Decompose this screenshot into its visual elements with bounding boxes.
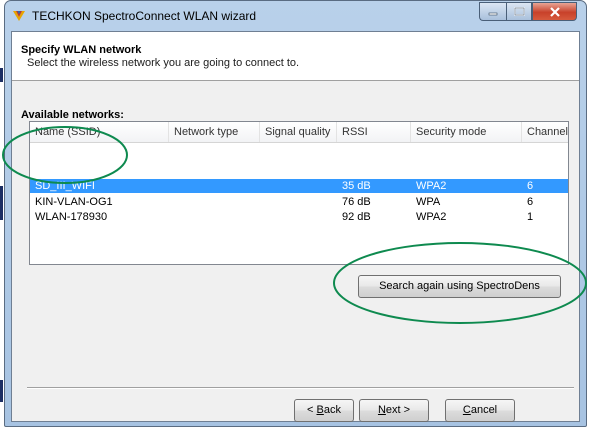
close-icon (549, 6, 560, 17)
column-header-security-mode[interactable]: Security mode (411, 122, 522, 142)
page-subtitle: Select the wireless network you are goin… (27, 57, 300, 69)
network-signal-quality (260, 195, 342, 209)
next-button-label: ext > (385, 404, 411, 416)
networks-list[interactable]: Name (SSID) Network type Signal quality … (29, 121, 569, 265)
network-row[interactable]: KIN-VLAN-OG1 76 dB WPA 6 (30, 195, 568, 209)
network-signal-quality (260, 179, 342, 193)
network-signal-quality (260, 210, 342, 224)
network-rssi: 76 dB (342, 196, 371, 208)
available-networks-label: Available networks: (21, 109, 124, 121)
cancel-button-accesskey: C (462, 404, 471, 416)
wizard-header: Specify WLAN network Select the wireless… (12, 32, 579, 81)
back-button[interactable]: < Back (294, 399, 354, 422)
back-button-label: ack (323, 404, 341, 416)
network-channel: 6 (527, 196, 534, 208)
network-channel: 6 (527, 180, 534, 192)
techkon-logo-icon (13, 11, 25, 21)
next-button-accesskey: N (377, 404, 386, 416)
column-header-channel[interactable]: Channel (522, 122, 568, 142)
cancel-button[interactable]: Cancel (445, 399, 515, 422)
network-ssid: SD_III_WIFI (35, 180, 95, 192)
network-type (169, 195, 265, 209)
network-row[interactable]: SD_III_WIFI 35 dB WPA2 6 (30, 179, 568, 193)
network-channel: 1 (527, 211, 534, 223)
column-header-signal-quality[interactable]: Signal quality (260, 122, 337, 142)
wizard-window: TECHKON SpectroConnect WLAN wizard Speci… (4, 0, 587, 427)
title-bar[interactable]: TECHKON SpectroConnect WLAN wizard (5, 1, 586, 31)
cancel-button-label: ancel (470, 404, 498, 416)
minimize-button[interactable] (479, 2, 506, 21)
maximize-icon (513, 7, 525, 16)
column-header-network-type[interactable]: Network type (169, 122, 260, 142)
left-edge-marker (0, 380, 3, 402)
window-title: TECHKON SpectroConnect WLAN wizard (32, 9, 257, 23)
left-edge-marker (0, 186, 3, 220)
wizard-client-area: Specify WLAN network Select the wireless… (11, 31, 580, 422)
footer-separator (27, 387, 574, 389)
network-security: WPA2 (416, 180, 447, 192)
network-rssi: 92 dB (342, 211, 371, 223)
page-title: Specify WLAN network (21, 44, 142, 56)
networks-list-header: Name (SSID) Network type Signal quality … (30, 122, 568, 143)
network-type (169, 179, 265, 193)
close-button[interactable] (532, 2, 577, 21)
network-type (169, 210, 265, 224)
network-ssid: WLAN-178930 (35, 211, 108, 223)
network-rssi: 35 dB (342, 180, 371, 192)
network-security: WPA (416, 196, 441, 208)
network-ssid: KIN-VLAN-OG1 (35, 196, 113, 208)
back-button-accesskey: B (316, 404, 324, 416)
column-header-rssi[interactable]: RSSI (337, 122, 411, 142)
left-edge-marker (0, 68, 3, 82)
minimize-icon (488, 12, 498, 15)
next-button[interactable]: Next > (359, 399, 429, 422)
column-header-ssid[interactable]: Name (SSID) (30, 122, 169, 142)
back-button-prefix: < (307, 404, 317, 416)
network-row[interactable]: WLAN-178930 92 dB WPA2 1 (30, 210, 568, 224)
network-security: WPA2 (416, 211, 447, 223)
maximize-button[interactable] (506, 2, 532, 21)
search-again-button[interactable]: Search again using SpectroDens (358, 275, 561, 298)
